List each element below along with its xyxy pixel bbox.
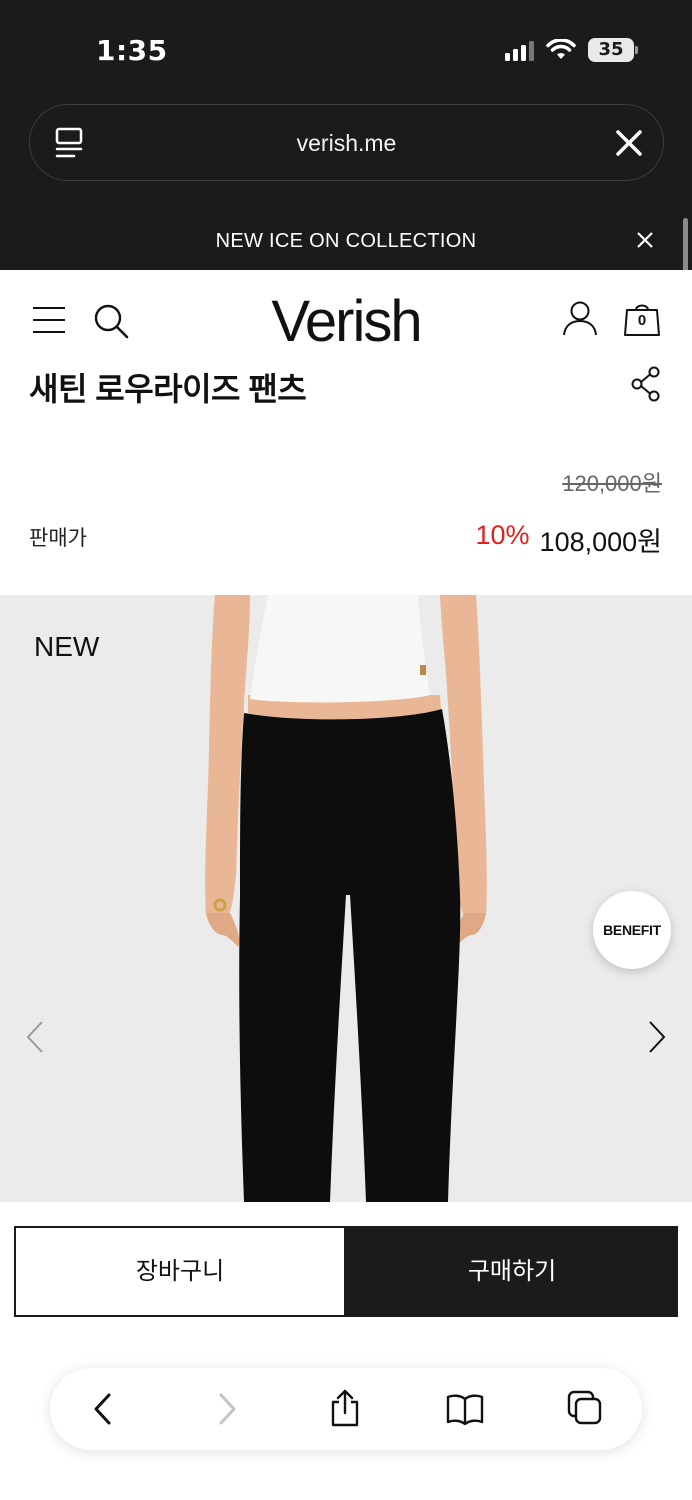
browser-toolbar [50, 1368, 642, 1450]
user-icon[interactable] [562, 300, 598, 338]
product-image-gallery[interactable]: NEW BENEFIT [0, 595, 692, 1202]
cellular-signal-icon [505, 39, 534, 61]
status-indicators: 35 [505, 38, 638, 62]
promo-banner[interactable]: NEW ICE ON COLLECTION [0, 214, 692, 270]
share-sheet-icon[interactable] [328, 1388, 362, 1428]
bookmarks-icon[interactable] [446, 1392, 484, 1426]
sale-price: 108,000원 [539, 527, 662, 557]
original-price: 120,000원 [562, 471, 662, 496]
close-icon[interactable] [611, 125, 647, 161]
price-row: 10% 108,000원 [476, 520, 663, 559]
price-label: 판매가 [29, 527, 87, 550]
product-photo [205, 595, 487, 1202]
new-badge: NEW [34, 631, 100, 662]
chevron-right-icon[interactable] [646, 1020, 668, 1054]
browser-chrome: 1:35 35 verish.me NEW ICE ON COLLECTION [0, 0, 692, 270]
battery-icon: 35 [588, 38, 638, 62]
share-icon[interactable] [630, 366, 662, 402]
add-to-cart-button[interactable]: 장바구니 [14, 1226, 346, 1317]
cart-count-badge: 0 [637, 312, 647, 329]
product-title: 새틴 로우라이즈 팬츠 [29, 371, 307, 407]
cart-button[interactable]: 0 [624, 300, 660, 338]
promo-text[interactable]: NEW ICE ON COLLECTION [0, 230, 692, 253]
site-header: Verish 0 [0, 270, 692, 360]
buy-now-button[interactable]: 구매하기 [346, 1226, 678, 1317]
tabs-icon[interactable] [567, 1390, 603, 1426]
promo-close-icon[interactable] [636, 231, 654, 249]
forward-icon[interactable] [216, 1392, 238, 1426]
chevron-left-icon[interactable] [24, 1020, 46, 1054]
wifi-icon [546, 39, 576, 59]
benefit-button[interactable]: BENEFIT [593, 891, 671, 969]
back-icon[interactable] [92, 1392, 114, 1426]
url-bar[interactable]: verish.me [29, 104, 664, 181]
url-text[interactable]: verish.me [30, 130, 663, 157]
discount-rate: 10% [475, 520, 530, 550]
status-time: 1:35 [96, 34, 168, 67]
